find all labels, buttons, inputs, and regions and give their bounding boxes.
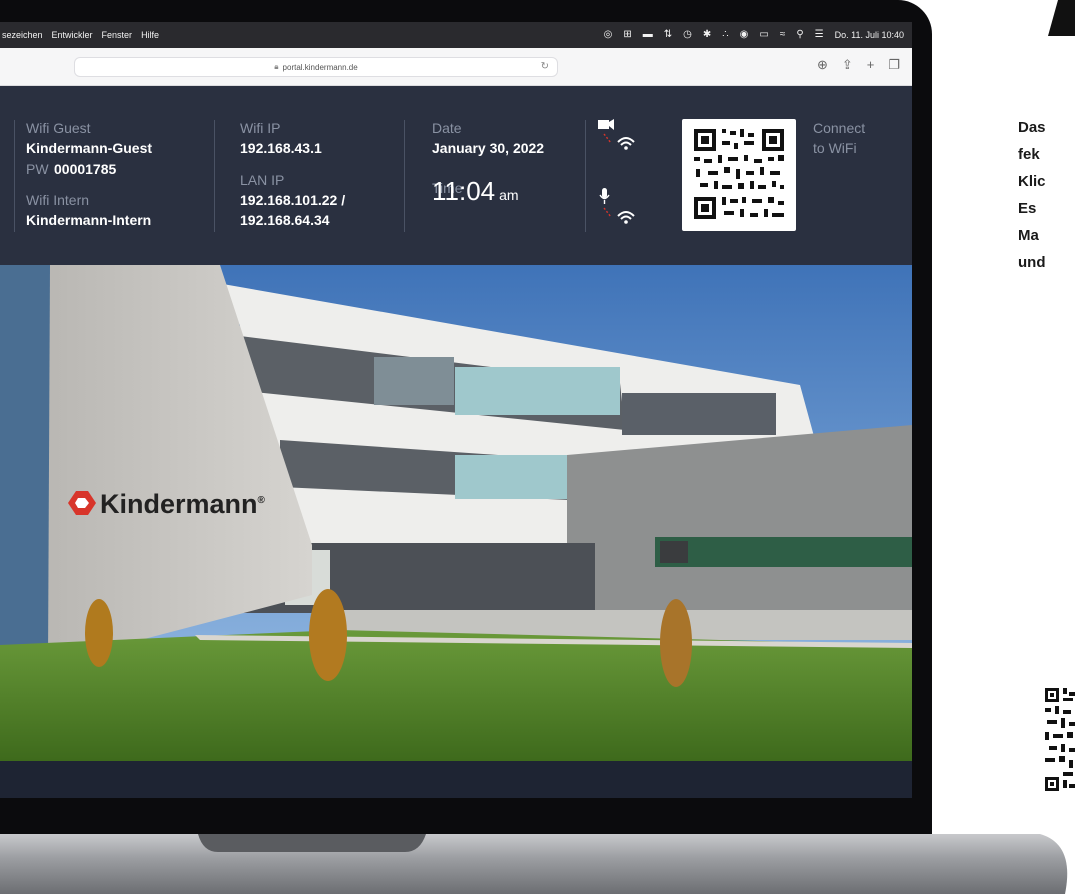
- side-text-line: und: [1018, 254, 1046, 271]
- wifi-guest-label: Wifi Guest: [26, 120, 91, 136]
- clock-status-icon[interactable]: ◷: [683, 30, 692, 40]
- toolbar-actions: ⊕ ⇪ + ❐: [817, 58, 900, 71]
- wifi-intern-label: Wifi Intern: [26, 192, 90, 208]
- macos-menu-bar: sezeichen Entwickler Fenster Hilfe ◎ ⊞ ▬…: [0, 22, 912, 48]
- network-activity-icon[interactable]: ⇅: [664, 30, 672, 40]
- time-value: 11:04: [432, 176, 496, 206]
- decorative-mark-icon: [1048, 0, 1075, 36]
- menu-help[interactable]: Hilfe: [141, 30, 159, 40]
- lan-ip-label: LAN IP: [240, 172, 285, 188]
- lan-ip-value-2: 192.168.64.34: [240, 212, 330, 228]
- brand-name: Kindermann®: [100, 489, 265, 520]
- stage: { "menubar": { "menus": ["sezeichen", "E…: [0, 0, 1075, 894]
- lan-ip-value-1: 192.168.101.22 /: [240, 192, 346, 208]
- control-center-icon[interactable]: ☰: [815, 30, 824, 40]
- qr-code-icon: [694, 129, 784, 219]
- date-value: January 30, 2022: [432, 140, 545, 156]
- divider: [214, 120, 215, 232]
- connect-label-line1: Connect: [813, 120, 866, 136]
- lock-icon: 🔒︎: [274, 62, 279, 71]
- time-ampm: am: [499, 187, 519, 203]
- password-label: PW: [26, 161, 49, 177]
- divider: [585, 120, 586, 232]
- side-text-line: fek: [1018, 146, 1040, 163]
- record-icon[interactable]: ◉: [740, 30, 749, 40]
- camera-wifi-icon: [598, 119, 635, 150]
- page-footer-strip: [0, 761, 912, 798]
- date-label: Date: [432, 120, 462, 136]
- building-photo: Kindermann®: [0, 265, 912, 761]
- time-display: 11:04 am: [432, 176, 519, 207]
- wifi-ip-label: Wifi IP: [240, 120, 281, 136]
- side-text-line: Das: [1018, 119, 1046, 136]
- reload-icon[interactable]: ↻: [541, 61, 549, 72]
- download-icon[interactable]: ⊕: [817, 58, 828, 71]
- app-menus: sezeichen Entwickler Fenster Hilfe: [0, 30, 159, 40]
- wifi-intern-ssid: Kindermann-Intern: [26, 212, 152, 228]
- side-qr-code-icon: [1045, 688, 1075, 791]
- creative-cloud-icon[interactable]: ◎: [604, 30, 613, 40]
- address-bar[interactable]: 🔒︎ portal.kindermann.de ↻: [74, 57, 558, 77]
- wifi-qr-code[interactable]: [682, 119, 796, 231]
- dots-status-icon[interactable]: ∴: [722, 30, 728, 40]
- side-text-line: Es: [1018, 200, 1037, 217]
- side-article-text: Das fek Klic Es Ma und: [1018, 114, 1046, 276]
- app-status-icon[interactable]: ⊞: [623, 30, 631, 40]
- menu-bookmarks[interactable]: sezeichen: [2, 30, 43, 40]
- wifi-ip-value: 192.168.43.1: [240, 140, 322, 156]
- divider: [14, 120, 15, 232]
- registered-mark: ®: [257, 495, 265, 506]
- folder-icon[interactable]: ▬: [643, 30, 653, 40]
- battery-icon[interactable]: ▭: [759, 30, 768, 40]
- microphone-wifi-icon: [599, 188, 635, 224]
- divider: [404, 120, 405, 232]
- side-text-line: Ma: [1018, 227, 1039, 244]
- side-text-line: Klic: [1018, 173, 1046, 190]
- wifi-guest-ssid: Kindermann-Guest: [26, 140, 153, 156]
- menubar-clock[interactable]: Do. 11. Juli 10:40: [835, 30, 904, 40]
- menu-window[interactable]: Fenster: [102, 30, 133, 40]
- browser-toolbar: 🔒︎ portal.kindermann.de ↻ ⊕ ⇪ + ❐: [0, 48, 912, 86]
- bluetooth-icon[interactable]: ✱: [703, 30, 711, 40]
- password-value: 00001785: [54, 161, 117, 177]
- new-tab-icon[interactable]: +: [867, 58, 875, 71]
- connect-label-line2: to WiFi: [813, 140, 857, 156]
- laptop-base: [0, 834, 1068, 894]
- menu-developer[interactable]: Entwickler: [52, 30, 93, 40]
- brand-text: Kindermann: [100, 489, 258, 519]
- url-text: portal.kindermann.de: [282, 62, 358, 72]
- status-icons: ◎ ⊞ ▬ ⇅ ◷ ✱ ∴ ◉ ▭ ≈ ⚲ ☰ Do. 11. Juli 10:…: [604, 22, 904, 48]
- share-icon[interactable]: ⇪: [842, 58, 853, 71]
- wifi-menubar-icon[interactable]: ≈: [780, 30, 786, 40]
- spotlight-search-icon[interactable]: ⚲: [796, 30, 803, 40]
- tabs-overview-icon[interactable]: ❐: [888, 58, 900, 71]
